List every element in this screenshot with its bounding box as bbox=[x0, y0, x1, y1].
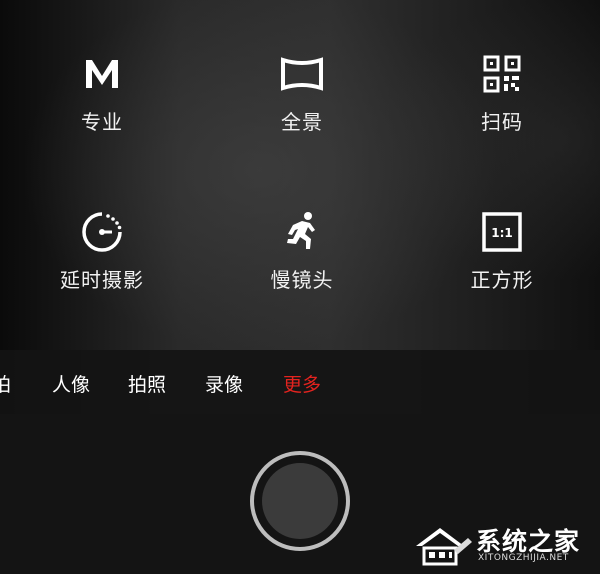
timer-icon bbox=[80, 210, 124, 254]
square-ratio-text: 1:1 bbox=[491, 226, 513, 240]
mode-label-slowmo: 慢镜头 bbox=[270, 268, 334, 292]
shutter-button-inner bbox=[262, 463, 338, 539]
mode-label-timelapse: 延时摄影 bbox=[60, 268, 144, 292]
mode-label-professional: 专业 bbox=[81, 110, 123, 134]
mode-strip-item-photo[interactable]: 拍照 bbox=[128, 370, 166, 397]
square-ratio-icon: 1:1 bbox=[480, 210, 524, 254]
qr-code-icon bbox=[480, 52, 524, 96]
mode-timelapse[interactable]: 延时摄影 bbox=[32, 210, 172, 320]
mode-strip: 拍 人像 拍照 录像 更多 bbox=[0, 350, 600, 414]
mode-panorama[interactable]: 全景 bbox=[232, 52, 372, 162]
watermark-url: XITONGZHIJIA.NET bbox=[478, 553, 569, 563]
watermark: 系统之家 XITONGZHIJIA.NET bbox=[414, 520, 594, 570]
running-person-icon bbox=[280, 210, 324, 254]
mode-label-scan: 扫码 bbox=[481, 110, 523, 134]
mode-strip-item-video[interactable]: 录像 bbox=[205, 370, 243, 397]
mode-square[interactable]: 1:1 正方形 bbox=[432, 210, 572, 320]
mode-strip-item-more[interactable]: 更多 bbox=[283, 370, 321, 397]
panorama-icon bbox=[280, 52, 324, 96]
mode-professional[interactable]: 专业 bbox=[32, 52, 172, 162]
camera-screen: 专业 全景 扫码 延时摄影 慢镜头 1:1 正方形 拍 人像 拍照 录像 更多 … bbox=[0, 0, 600, 574]
mode-strip-item-partial[interactable]: 拍 bbox=[0, 370, 11, 397]
shutter-button[interactable] bbox=[250, 451, 350, 551]
watermark-logo-icon bbox=[414, 524, 478, 566]
mode-scan[interactable]: 扫码 bbox=[432, 52, 572, 162]
mode-grid: 专业 全景 扫码 延时摄影 慢镜头 1:1 正方形 bbox=[0, 0, 600, 350]
mode-label-panorama: 全景 bbox=[281, 110, 323, 134]
m-letter-icon bbox=[80, 52, 124, 96]
bottom-control-bar: 系统之家 XITONGZHIJIA.NET bbox=[0, 414, 600, 574]
mode-strip-item-portrait[interactable]: 人像 bbox=[52, 370, 90, 397]
mode-slowmo[interactable]: 慢镜头 bbox=[232, 210, 372, 320]
mode-label-square: 正方形 bbox=[470, 268, 534, 292]
